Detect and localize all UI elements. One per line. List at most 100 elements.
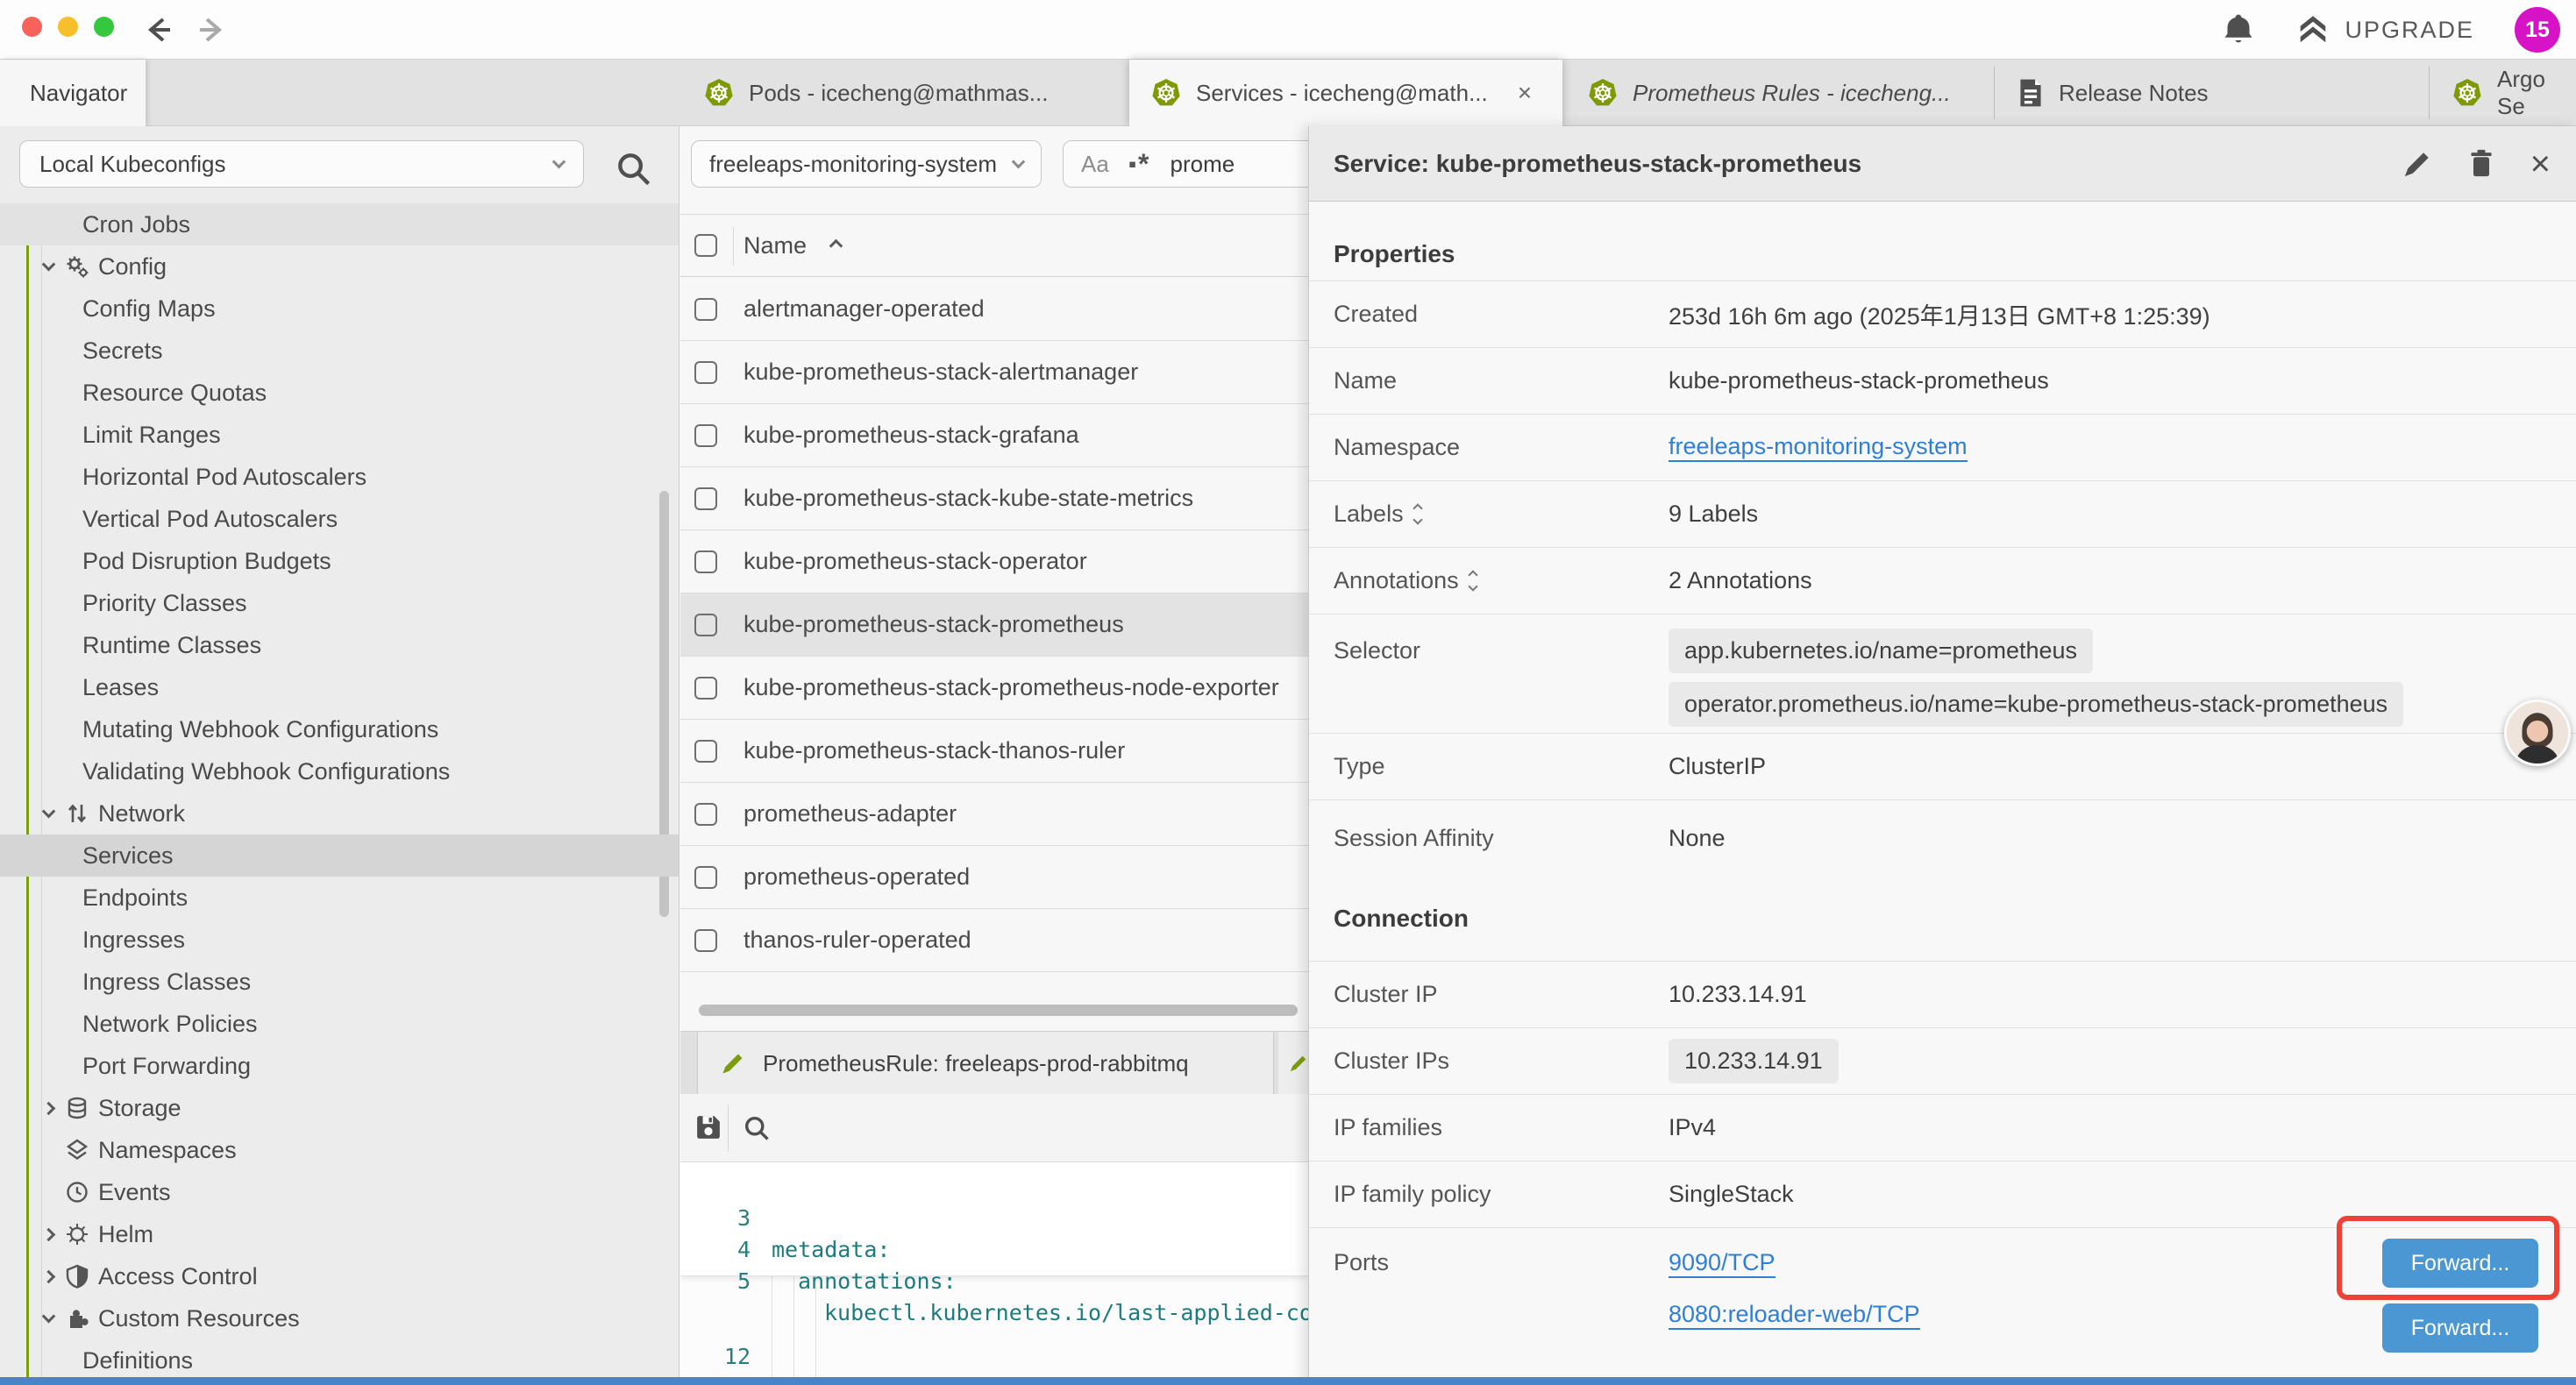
row-checkbox[interactable]	[694, 740, 717, 763]
kubeconfig-selector[interactable]: Local Kubeconfigs	[19, 140, 584, 188]
notification-count-badge[interactable]: 15	[2515, 7, 2560, 53]
row-checkbox[interactable]	[694, 298, 717, 321]
namespace-filter-select[interactable]: freeleaps-monitoring-system	[691, 140, 1042, 188]
regex-toggle[interactable]: ▪*	[1128, 148, 1151, 181]
sidebar-item-mutating-webhook-configurations[interactable]: Mutating Webhook Configurations	[0, 708, 680, 750]
tab-services[interactable]: Services - icecheng@math... ×	[1129, 60, 1562, 126]
row-checkbox[interactable]	[694, 803, 717, 826]
table-row[interactable]: prometheus-adapter	[680, 783, 1308, 846]
row-checkbox[interactable]	[694, 487, 717, 510]
row-checkbox[interactable]	[694, 866, 717, 889]
tab-release-notes[interactable]: Release Notes	[1996, 60, 2427, 126]
chevron-down-icon[interactable]	[37, 802, 60, 825]
forward-arrow-icon[interactable]	[195, 12, 230, 47]
sidebar-item-network[interactable]: Network	[0, 792, 680, 835]
kubernetes-icon	[1587, 77, 1619, 109]
close-icon[interactable]: ×	[2530, 146, 2551, 181]
table-row[interactable]: kube-prometheus-stack-prometheus-node-ex…	[680, 657, 1308, 720]
window-minimize-button[interactable]	[58, 17, 78, 37]
column-header-name[interactable]: Name	[744, 232, 807, 259]
chevron-right-icon[interactable]	[37, 1265, 60, 1288]
yaml-editor[interactable]: 11 0","for":"1m","labels":{"service":" 1…	[680, 1162, 1308, 1378]
tab-argo[interactable]: Argo Se	[2430, 60, 2576, 126]
editor-search-icon[interactable]	[742, 1113, 772, 1143]
sidebar-item-ingress-classes[interactable]: Ingress Classes	[0, 961, 680, 1003]
namespace-link[interactable]: freeleaps-monitoring-system	[1669, 433, 1968, 462]
table-row[interactable]: kube-prometheus-stack-alertmanager	[680, 341, 1308, 404]
table-row[interactable]: alertmanager-operated	[680, 278, 1308, 341]
match-case-toggle[interactable]: Aa	[1081, 151, 1109, 178]
sidebar-item-vertical-pod-autoscalers[interactable]: Vertical Pod Autoscalers	[0, 498, 680, 540]
forward-button-9090[interactable]: Forward...	[2382, 1239, 2538, 1288]
sidebar-item-port-forwarding[interactable]: Port Forwarding	[0, 1045, 680, 1087]
row-checkbox[interactable]	[694, 929, 717, 952]
sidebar-item-config-maps[interactable]: Config Maps	[0, 288, 680, 330]
expand-collapse-icon[interactable]	[1469, 572, 1477, 590]
save-icon[interactable]	[693, 1112, 724, 1143]
sidebar-item-limit-ranges[interactable]: Limit Ranges	[0, 414, 680, 456]
row-checkbox[interactable]	[694, 677, 717, 700]
sidebar-item-definitions[interactable]: Definitions	[0, 1339, 680, 1381]
sidebar-item-network-policies[interactable]: Network Policies	[0, 1003, 680, 1045]
table-row[interactable]: prometheus-operated	[680, 846, 1308, 909]
list-search-input[interactable]: Aa ▪* prome	[1063, 140, 1308, 188]
table-row[interactable]: kube-prometheus-stack-thanos-ruler	[680, 720, 1308, 783]
editor-tab-prometheusrule[interactable]: PrometheusRule: freeleaps-prod-rabbitmq	[697, 1032, 1274, 1095]
sidebar-item-namespaces[interactable]: Namespaces	[0, 1129, 680, 1171]
row-checkbox[interactable]	[694, 424, 717, 447]
sidebar-item-endpoints[interactable]: Endpoints	[0, 877, 680, 919]
sidebar-item-leases[interactable]: Leases	[0, 666, 680, 708]
delete-trash-icon[interactable]	[2467, 148, 2495, 180]
sidebar-item-custom-resources[interactable]: Custom Resources	[0, 1297, 680, 1339]
window-zoom-button[interactable]	[94, 17, 114, 37]
table-row[interactable]: kube-prometheus-stack-operator	[680, 530, 1308, 593]
sidebar-item-validating-webhook-configurations[interactable]: Validating Webhook Configurations	[0, 750, 680, 792]
upgrade-button[interactable]: UPGRADE	[2295, 12, 2474, 47]
sidebar-item-events[interactable]: Events	[0, 1171, 680, 1213]
sidebar-item-priority-classes[interactable]: Priority Classes	[0, 582, 680, 624]
sidebar-item-config[interactable]: Config	[0, 245, 680, 288]
sidebar-item-secrets[interactable]: Secrets	[0, 330, 680, 372]
selector-chip[interactable]: app.kubernetes.io/name=prometheus	[1669, 629, 2093, 673]
sidebar-item-cron-jobs[interactable]: Cron Jobs	[0, 203, 680, 245]
sidebar-item-helm[interactable]: Helm	[0, 1213, 680, 1255]
sidebar-item-horizontal-pod-autoscalers[interactable]: Horizontal Pod Autoscalers	[0, 456, 680, 498]
port-link-8080-reloader[interactable]: 8080:reloader-web/TCP	[1669, 1301, 1920, 1330]
tab-navigator[interactable]: Navigator	[0, 60, 146, 126]
table-row-selected[interactable]: kube-prometheus-stack-prometheus	[680, 593, 1308, 657]
table-row[interactable]: thanos-ruler-operated	[680, 909, 1308, 972]
chevron-down-icon[interactable]	[37, 1307, 60, 1330]
back-arrow-icon[interactable]	[140, 12, 175, 47]
sidebar-item-resource-quotas[interactable]: Resource Quotas	[0, 372, 680, 414]
tab-pods[interactable]: Pods - icecheng@mathmas...	[682, 60, 1128, 126]
selector-chip[interactable]: operator.prometheus.io/name=kube-prometh…	[1669, 682, 2403, 727]
port-link-9090[interactable]: 9090/TCP	[1669, 1249, 1775, 1278]
sidebar-item-storage[interactable]: Storage	[0, 1087, 680, 1129]
table-row[interactable]: kube-prometheus-stack-kube-state-metrics	[680, 467, 1308, 530]
window-close-button[interactable]	[22, 17, 42, 37]
editor-tab-partial[interactable]	[1278, 1032, 1308, 1095]
horizontal-scrollbar[interactable]	[699, 1005, 1298, 1016]
cluster-ip-chip[interactable]: 10.233.14.91	[1669, 1039, 1839, 1083]
chevron-right-icon[interactable]	[37, 1097, 60, 1119]
sidebar-item-runtime-classes[interactable]: Runtime Classes	[0, 624, 680, 666]
edit-pencil-icon[interactable]	[2402, 149, 2432, 179]
chevron-down-icon[interactable]	[37, 255, 60, 278]
sidebar-item-access-control[interactable]: Access Control	[0, 1255, 680, 1297]
forward-button-8080[interactable]: Forward...	[2382, 1303, 2538, 1353]
expand-collapse-icon[interactable]	[1414, 505, 1421, 523]
notifications-bell-icon[interactable]	[2222, 12, 2255, 47]
table-row[interactable]: kube-prometheus-stack-grafana	[680, 404, 1308, 467]
sidebar-item-pod-disruption-budgets[interactable]: Pod Disruption Budgets	[0, 540, 680, 582]
chevron-right-icon[interactable]	[37, 1223, 60, 1246]
tab-close-icon[interactable]: ×	[1518, 79, 1532, 107]
user-avatar[interactable]	[2504, 700, 2571, 766]
tab-prometheus-rules[interactable]: Prometheus Rules - icecheng...	[1566, 60, 1992, 126]
row-checkbox[interactable]	[694, 614, 717, 636]
sidebar-item-ingresses[interactable]: Ingresses	[0, 919, 680, 961]
row-checkbox[interactable]	[694, 361, 717, 384]
row-checkbox[interactable]	[694, 550, 717, 573]
sidebar-item-services[interactable]: Services	[0, 835, 680, 877]
select-all-checkbox[interactable]	[694, 234, 717, 257]
sidebar-search-icon[interactable]	[614, 149, 652, 188]
